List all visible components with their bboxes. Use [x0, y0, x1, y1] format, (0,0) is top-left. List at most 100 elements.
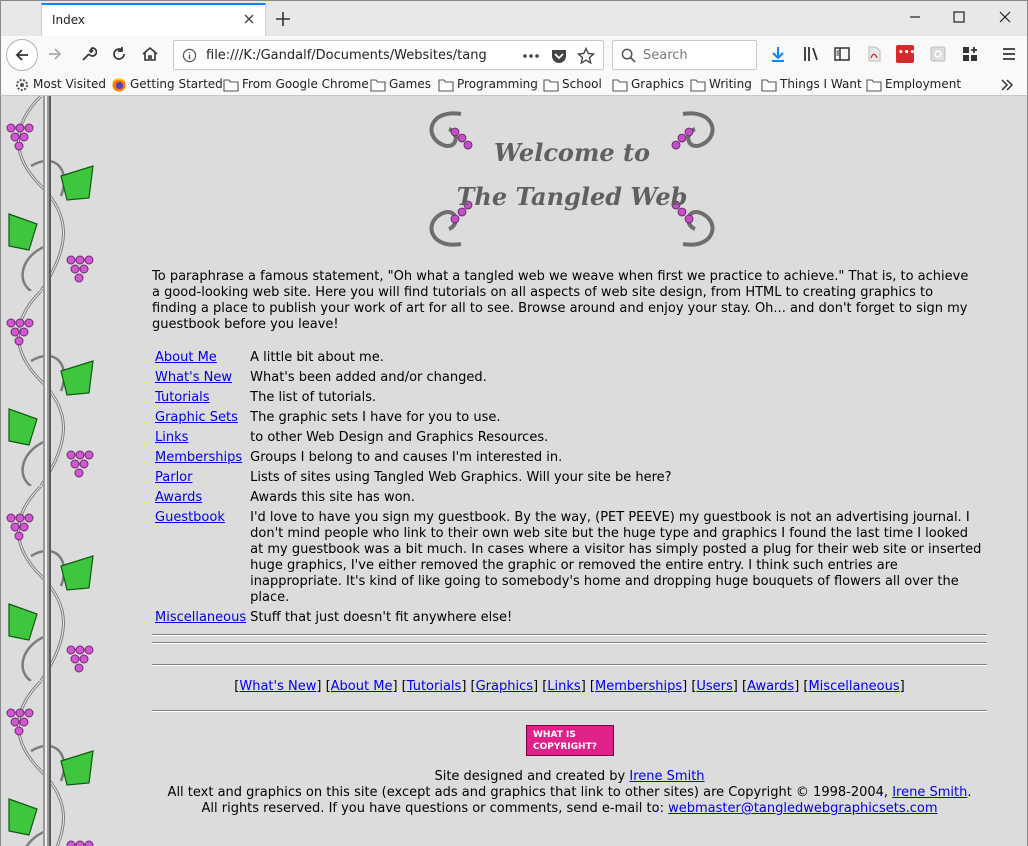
banner-line-1: Welcome to: [493, 138, 651, 167]
tab-index[interactable]: Index: [41, 3, 266, 37]
url-bar[interactable]: file:///K:/Gandalf/Documents/Websites/ta…: [173, 40, 604, 70]
footer-designed-by: Site designed and created by Irene Smith: [152, 769, 987, 785]
nav-awards[interactable]: Awards: [747, 679, 794, 694]
nav-whats-new[interactable]: What's New: [239, 679, 316, 694]
nav-memberships[interactable]: Memberships: [595, 679, 682, 694]
link-description: Lists of sites using Tangled Web Graphic…: [250, 470, 672, 485]
divider: [152, 710, 987, 712]
link-description: Awards this site has won.: [250, 490, 415, 505]
info-icon[interactable]: [182, 48, 197, 63]
copyright-button-line-2: COPYRIGHT?: [533, 742, 597, 752]
footer-copyright: All text and graphics on this site (exce…: [167, 785, 972, 800]
navigation-toolbar: file:///K:/Gandalf/Documents/Websites/ta…: [0, 36, 1028, 74]
sidebar-icon[interactable]: [833, 45, 851, 63]
bookmarks-overflow-chevron-icon[interactable]: [999, 77, 1015, 93]
copyright-button-line-1: WHAT IS: [533, 730, 576, 740]
link-description: The graphic sets I have for you to use.: [250, 410, 501, 425]
intro-paragraph: To paraphrase a famous statement, "Oh wh…: [152, 269, 969, 332]
divider: [152, 634, 987, 636]
nav-graphics[interactable]: Graphics: [476, 679, 533, 694]
download-icon[interactable]: [769, 45, 787, 63]
extension-gear-icon[interactable]: [929, 45, 947, 63]
firefox-icon: [112, 78, 126, 92]
back-button[interactable]: [6, 39, 38, 71]
page-content: Welcome to The Tangled Web To paraphrase…: [0, 96, 1028, 846]
folder-icon: [543, 79, 559, 92]
menu-hamburger-icon[interactable]: [1000, 45, 1018, 63]
tab-strip: Index: [0, 0, 1028, 37]
table-row: Graphic Sets The graphic sets I have for …: [154, 409, 985, 427]
link-description: Groups I belong to and causes I'm intere…: [250, 450, 563, 465]
extensions-grid-icon[interactable]: [961, 45, 979, 63]
site-links-table: About Me A little bit about me. What's Ne…: [152, 347, 987, 629]
pdf-icon[interactable]: [865, 45, 883, 63]
nav-about-me[interactable]: About Me: [331, 679, 393, 694]
link-description: The list of tutorials.: [250, 390, 377, 405]
link-description: I'd love to have you sign my guestbook. …: [250, 510, 982, 605]
email-link[interactable]: webmaster@tangledwebgraphicsets.com: [668, 801, 937, 816]
author-link[interactable]: Irene Smith: [629, 769, 704, 784]
back-arrow-icon: [15, 49, 28, 61]
url-text[interactable]: file:///K:/Gandalf/Documents/Websites/ta…: [206, 48, 488, 63]
link-tutorials[interactable]: Tutorials: [155, 390, 210, 405]
folder-icon: [438, 79, 454, 92]
close-tab-icon[interactable]: [241, 11, 257, 27]
link-memberships[interactable]: Memberships: [155, 450, 242, 465]
link-guestbook[interactable]: Guestbook: [155, 510, 225, 525]
table-row: What's New What's been added and/or chang…: [154, 369, 985, 387]
what-is-copyright-button[interactable]: WHAT IS COPYRIGHT?: [526, 725, 614, 756]
lastpass-icon[interactable]: •••: [896, 45, 915, 63]
vine-border-decoration: [1, 96, 101, 846]
gear-icon: [16, 79, 28, 91]
reserved-text: All rights reserved. If you have questio…: [201, 801, 664, 816]
reload-icon[interactable]: [110, 45, 128, 63]
table-row: Tutorials The list of tutorials.: [154, 389, 985, 407]
nav-miscellaneous[interactable]: Miscellaneous: [808, 679, 899, 694]
page-actions-icon[interactable]: [522, 48, 540, 64]
table-row: Links to other Web Design and Graphics Re…: [154, 429, 985, 447]
link-description: to other Web Design and Graphics Resourc…: [250, 430, 549, 445]
copyright-text: All text and graphics on this site (exce…: [167, 785, 889, 800]
folder-icon: [370, 79, 386, 92]
wrench-icon[interactable]: [79, 45, 97, 63]
bookmark-star-icon[interactable]: [577, 47, 595, 65]
table-row: Parlor Lists of sites using Tangled Web G…: [154, 469, 985, 487]
window-close-icon[interactable]: [997, 9, 1013, 25]
nav-users[interactable]: Users: [696, 679, 732, 694]
table-row: Guestbook I'd love to have you sign my gu…: [154, 509, 985, 607]
library-icon[interactable]: [802, 45, 820, 63]
bookmarks-toolbar: Most Visited Getting Started From Google…: [0, 74, 1028, 96]
new-tab-plus-icon[interactable]: [272, 8, 294, 30]
link-parlor[interactable]: Parlor: [155, 470, 192, 485]
link-about-me[interactable]: About Me: [155, 350, 217, 365]
folder-icon: [223, 79, 239, 92]
folder-icon: [690, 79, 706, 92]
minimize-icon[interactable]: [907, 9, 923, 25]
author-link[interactable]: Irene Smith: [892, 785, 967, 800]
pocket-icon[interactable]: [550, 47, 568, 65]
table-row: About Me A little bit about me.: [154, 349, 985, 367]
home-icon[interactable]: [141, 45, 159, 63]
banner-line-2: The Tangled Web: [456, 182, 688, 211]
link-description: What's been added and/or changed.: [250, 370, 487, 385]
link-whats-new[interactable]: What's New: [155, 370, 232, 385]
folder-icon: [612, 79, 628, 92]
maximize-icon[interactable]: [951, 9, 967, 25]
search-placeholder: Search: [643, 48, 688, 63]
nav-tutorials[interactable]: Tutorials: [407, 679, 462, 694]
search-bar[interactable]: Search: [612, 40, 757, 70]
nav-links[interactable]: Links: [547, 679, 580, 694]
tab-title: Index: [52, 13, 86, 27]
link-description: Stuff that just doesn't fit anywhere els…: [250, 610, 513, 625]
table-row: Miscellaneous Stuff that just doesn't fit…: [154, 609, 985, 627]
link-miscellaneous[interactable]: Miscellaneous: [155, 610, 246, 625]
link-awards[interactable]: Awards: [155, 490, 202, 505]
table-row: Memberships Groups I belong to and causes…: [154, 449, 985, 467]
link-links[interactable]: Links: [155, 430, 188, 445]
welcome-banner: Welcome to The Tangled Web: [421, 104, 723, 254]
filigree-ornament-icon: [429, 111, 715, 247]
divider: [152, 642, 987, 644]
bottom-nav: [What's New] [About Me] [Tutorials] [Gra…: [234, 679, 905, 694]
forward-arrow-icon[interactable]: [46, 45, 64, 63]
link-graphic-sets[interactable]: Graphic Sets: [155, 410, 238, 425]
